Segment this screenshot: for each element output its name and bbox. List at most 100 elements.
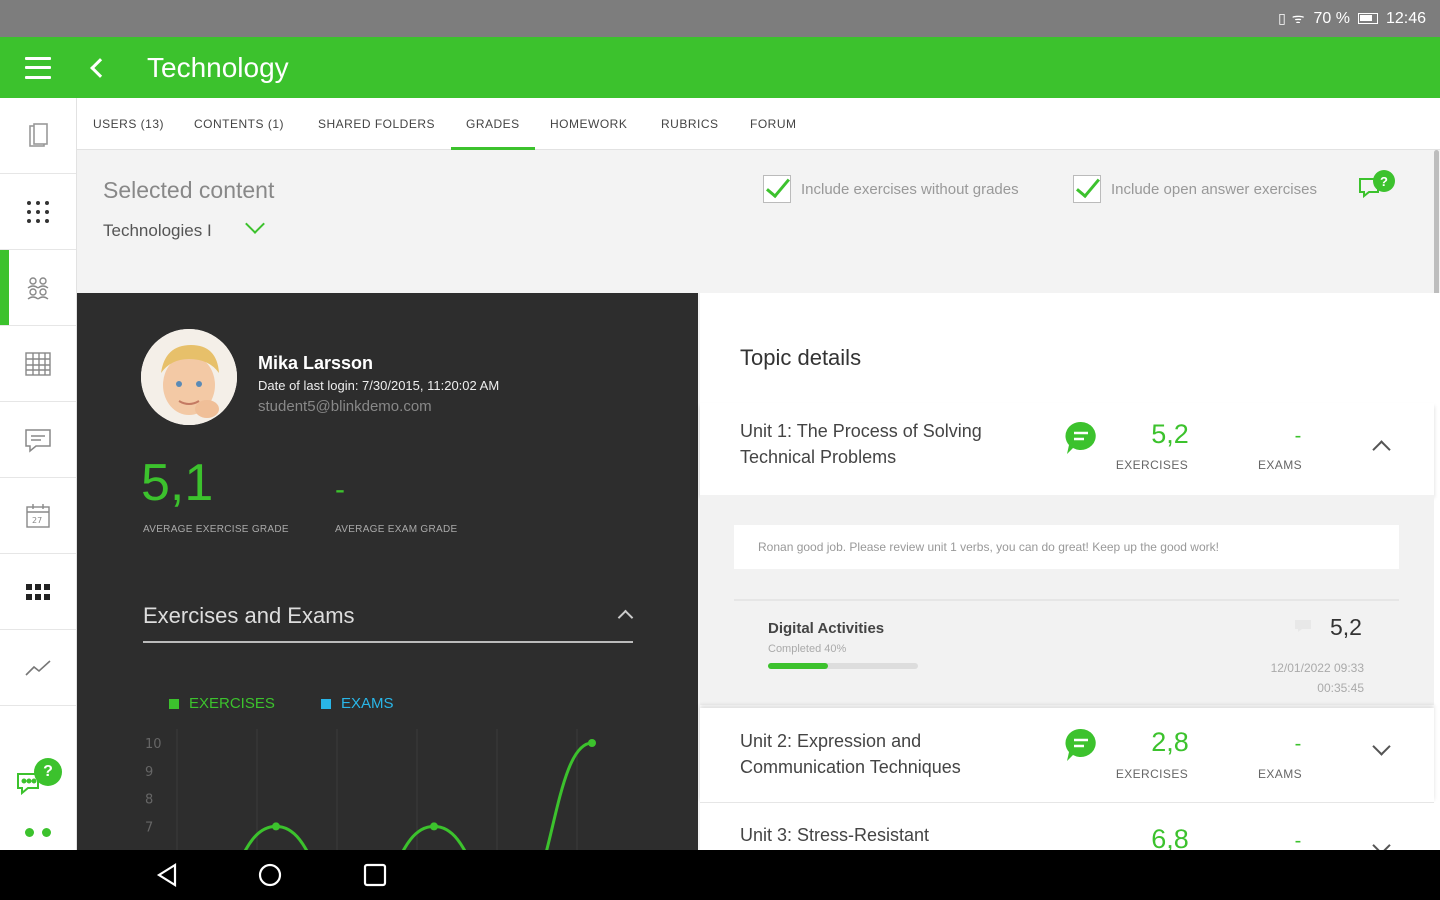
trend-line-icon xyxy=(25,659,51,676)
app-bar: Technology xyxy=(0,37,1440,98)
unit-exercises-score: 2,8 xyxy=(1151,727,1189,757)
tab-bar: USERS (13) CONTENTS (1) SHARED FOLDERS G… xyxy=(77,98,1440,150)
activity-name[interactable]: Digital Activities xyxy=(768,620,884,637)
y-tick-label: 9 xyxy=(145,765,153,780)
topic-details-title: Topic details xyxy=(740,345,862,370)
divider xyxy=(734,599,1399,601)
sidebar-item-apps[interactable] xyxy=(0,174,76,250)
exercises-series-line xyxy=(243,741,593,850)
tab-rubrics[interactable]: RUBRICS xyxy=(661,98,719,150)
tab-contents[interactable]: CONTENTS (1) xyxy=(194,98,284,150)
activity-completed: Completed 40% xyxy=(768,643,847,655)
average-exam-label: AVERAGE EXAM GRADE xyxy=(335,524,458,535)
y-tick-label: 10 xyxy=(145,737,162,752)
y-tick-label: 7 xyxy=(145,820,153,835)
tab-forum[interactable]: FORUM xyxy=(750,98,797,150)
student-email: student5@blinkdemo.com xyxy=(258,398,432,415)
checkmark-icon[interactable] xyxy=(1073,175,1101,203)
checkmark-icon[interactable] xyxy=(763,175,791,203)
sidebar-item-stats[interactable] xyxy=(0,630,76,706)
hamburger-menu-icon[interactable] xyxy=(25,56,51,79)
battery-icon xyxy=(1357,13,1378,24)
content-filter: Selected content Technologies I Include … xyxy=(77,151,1440,293)
legend-swatch xyxy=(321,698,331,709)
include-without-grades-checkbox[interactable]: Include exercises without grades xyxy=(763,175,1019,203)
nav-recents-icon[interactable] xyxy=(362,862,388,888)
unit-expanded-details: Ronan good job. Please review unit 1 ver… xyxy=(700,495,1434,705)
tab-users[interactable]: USERS (13) xyxy=(93,98,164,150)
selected-content-label: Selected content xyxy=(103,177,275,203)
chevron-down-icon[interactable] xyxy=(1372,737,1391,756)
student-panel: Mika Larsson Date of last login: 7/30/20… xyxy=(77,293,698,850)
sidebar: 27 ? xyxy=(0,98,77,850)
sidebar-item-users[interactable] xyxy=(0,250,76,326)
exercises-data-point[interactable] xyxy=(272,822,280,831)
chevron-down-icon[interactable] xyxy=(245,214,265,234)
activity-score: 5,2 xyxy=(1330,614,1362,640)
chevron-up-icon[interactable] xyxy=(617,609,634,626)
clock: 12:46 xyxy=(1385,9,1426,27)
nav-back-icon[interactable] xyxy=(154,862,180,888)
activity-duration: 00:35:45 xyxy=(1317,681,1364,695)
unit-exams-score: - xyxy=(1294,425,1302,447)
divider xyxy=(143,641,633,643)
help-badge[interactable]: ? xyxy=(34,758,62,786)
progress-fill xyxy=(768,663,828,669)
svg-text:27: 27 xyxy=(32,516,42,525)
include-open-answer-checkbox[interactable]: Include open answer exercises xyxy=(1073,175,1317,203)
help-badge[interactable]: ? xyxy=(1373,170,1395,192)
sidebar-item-more-apps[interactable] xyxy=(0,554,76,630)
unit-name: Unit 1: The Process of Solving Technical… xyxy=(740,421,982,467)
sidebar-item-gradebook[interactable] xyxy=(0,326,76,402)
sidebar-bottom: ? xyxy=(0,710,77,850)
unit-row[interactable]: Unit 1: The Process of Solving Technical… xyxy=(700,403,1434,495)
unit-row[interactable]: Unit 2: Expression and Communication Tec… xyxy=(700,708,1434,803)
status-bar: ▯ ᯤ 70 % 12:46 xyxy=(0,0,1440,37)
y-tick-label: 8 xyxy=(145,793,153,808)
unit-name: Unit 2: Expression and Communication Tec… xyxy=(740,731,961,777)
exercises-data-point[interactable] xyxy=(588,739,596,747)
teacher-feedback: Ronan good job. Please review unit 1 ver… xyxy=(734,525,1399,569)
sidebar-item-messages[interactable] xyxy=(0,402,76,478)
legend-label: EXERCISES xyxy=(189,695,275,712)
page-title: Technology xyxy=(147,51,289,83)
back-arrow-icon[interactable] xyxy=(90,57,110,78)
legend-swatch xyxy=(169,698,179,709)
sidebar-item-calendar[interactable]: 27 xyxy=(0,478,76,554)
tab-homework[interactable]: HOMEWORK xyxy=(550,98,627,150)
users-icon xyxy=(27,276,49,300)
apps-icon xyxy=(26,583,50,600)
exercises-data-point[interactable] xyxy=(430,822,438,831)
message-icon xyxy=(25,428,51,453)
legend-exercises: EXERCISES xyxy=(169,695,275,712)
sidebar-item-books[interactable] xyxy=(0,98,76,174)
calendar-icon: 27 xyxy=(26,503,50,528)
tab-grades[interactable]: GRADES xyxy=(451,98,535,150)
unit-exercises-score: 5,2 xyxy=(1151,419,1189,449)
battery-level: 70 % xyxy=(1313,9,1350,27)
grades-line-chart: 10 9 8 7 xyxy=(145,729,596,850)
exams-label: EXAMS xyxy=(1257,458,1302,472)
average-exercise-grade: 5,1 xyxy=(141,454,214,512)
exercises-exams-title: Exercises and Exams xyxy=(143,603,355,628)
comment-icon[interactable] xyxy=(1064,420,1098,456)
exercises-label: EXERCISES xyxy=(1115,767,1189,781)
book-icon xyxy=(29,122,48,147)
student-name: Mika Larsson xyxy=(258,353,374,373)
include-open-answer-label: Include open answer exercises xyxy=(1111,180,1317,198)
tab-shared-folders[interactable]: SHARED FOLDERS xyxy=(318,98,435,150)
grid-dots-icon xyxy=(27,200,49,223)
pager-dots[interactable] xyxy=(25,828,51,837)
selected-content-dropdown[interactable]: Technologies I xyxy=(103,221,212,241)
exercises-label: EXERCISES xyxy=(1115,458,1189,472)
unit-row[interactable]: Unit 3: Stress-Resistant 6,8 - xyxy=(700,803,1434,855)
comment-icon[interactable] xyxy=(1064,727,1098,763)
nav-home-icon[interactable] xyxy=(257,862,283,888)
activity-date: 12/01/2022 09:33 xyxy=(1270,661,1364,675)
chevron-up-icon[interactable] xyxy=(1372,440,1391,459)
message-icon[interactable] xyxy=(1294,619,1312,633)
student-photo xyxy=(141,329,237,425)
legend-exams: EXAMS xyxy=(321,695,394,712)
system-nav-bar xyxy=(0,850,1440,900)
exams-label: EXAMS xyxy=(1257,767,1302,781)
